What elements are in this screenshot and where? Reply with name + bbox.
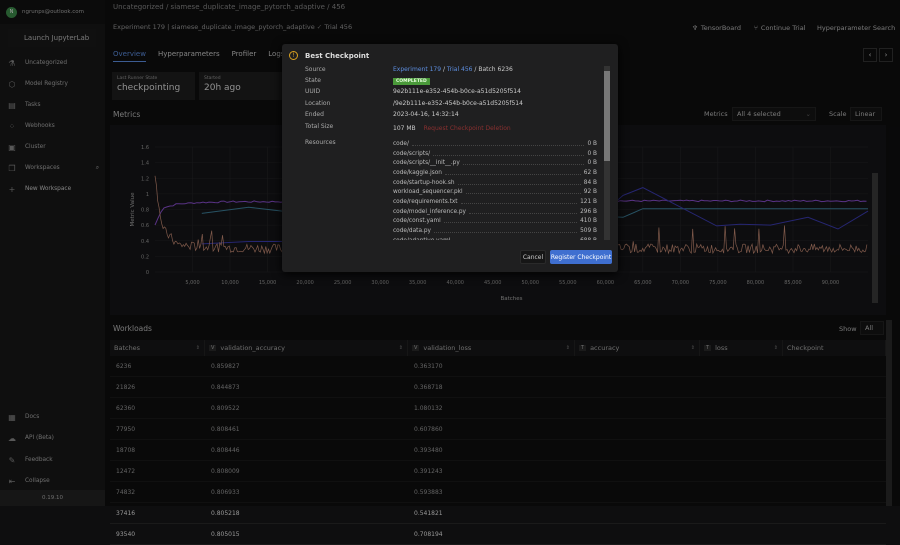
- table-cell: 93540: [116, 531, 136, 538]
- resource-item: code/scripts/__init__.py 0 B: [393, 158, 597, 168]
- resource-size: 62 B: [583, 169, 597, 176]
- table-cell: 37416: [116, 510, 136, 517]
- location-label: Location: [305, 100, 331, 107]
- resource-item: workload_sequencer.pkl 92 B: [393, 188, 597, 198]
- warning-icon: !: [289, 51, 298, 60]
- uuid-value: 9e2b111e-e352-454b-b0ce-a51d5205f514: [393, 88, 521, 95]
- resource-path: code/const.yaml: [393, 218, 441, 225]
- resource-size: 0 B: [587, 140, 597, 147]
- location-value: /9e2b111e-e352-454b-b0ce-a51d5205f514: [393, 100, 523, 107]
- state-badge: COMPLETED: [393, 78, 430, 85]
- resource-size: 92 B: [583, 189, 597, 196]
- resources-list: code/0 Bcode/scripts/0 Bcode/scripts/__i…: [282, 137, 618, 240]
- source-label: Source: [305, 66, 326, 73]
- leader-dots: [462, 161, 585, 166]
- resource-item: code/data.py 509 B: [393, 226, 597, 236]
- leader-dots: [465, 190, 581, 195]
- resource-path: code/requirements.txt: [393, 199, 458, 206]
- uuid-label: UUID: [305, 88, 321, 95]
- resource-path: code/adaptive.yaml: [393, 238, 450, 240]
- request-deletion-link[interactable]: Request Checkpoint Deletion: [424, 125, 511, 132]
- size-value: 107 MB: [393, 125, 416, 132]
- table-cell: 0.708194: [414, 531, 443, 538]
- leader-dots: [443, 219, 578, 224]
- leader-dots: [457, 181, 581, 185]
- resource-path: code/data.py: [393, 228, 431, 235]
- resource-size: 509 B: [580, 228, 597, 235]
- table-row[interactable]: 93540 0.805015 0.708194: [110, 524, 886, 545]
- batch: Batch 6236: [478, 66, 513, 73]
- state-label: State: [305, 77, 321, 84]
- resource-item: code/kaggle.json 62 B: [393, 168, 597, 178]
- resource-item: code/scripts/0 B: [393, 149, 597, 159]
- scrollbar-thumb[interactable]: [604, 71, 610, 161]
- resource-size: 688 B: [580, 238, 597, 240]
- resource-item: code/0 B: [393, 139, 597, 149]
- register-checkpoint-button[interactable]: Register Checkpoint: [550, 250, 612, 264]
- resource-item: code/requirements.txt 121 B: [393, 197, 597, 207]
- leader-dots: [453, 239, 577, 240]
- best-checkpoint-modal: ! Best Checkpoint Source Experiment 179 …: [282, 44, 618, 272]
- resource-size: 410 B: [580, 218, 597, 225]
- resource-size: 296 B: [580, 208, 597, 215]
- source-value: Experiment 179 / Trial 456 / Batch 6236: [393, 66, 513, 73]
- leader-dots: [460, 200, 578, 205]
- resource-item: code/adaptive.yaml 688 B: [393, 236, 597, 240]
- leader-dots: [433, 152, 585, 156]
- modal-title: Best Checkpoint: [305, 52, 370, 60]
- ended-label: Ended: [305, 111, 324, 118]
- resource-path: code/: [393, 140, 409, 147]
- resource-path: code/kaggle.json: [393, 169, 442, 176]
- resource-path: code/scripts/__init__.py: [393, 160, 460, 167]
- leader-dots: [411, 142, 585, 146]
- trial-link[interactable]: Trial 456: [447, 66, 473, 73]
- size-label: Total Size: [305, 123, 334, 130]
- experiment-link[interactable]: Experiment 179: [393, 66, 441, 73]
- cancel-button[interactable]: Cancel: [520, 250, 546, 264]
- resource-path: code/startup-hook.sh: [393, 179, 455, 186]
- leader-dots: [468, 210, 578, 214]
- table-cell: 0.805015: [211, 531, 240, 538]
- table-row[interactable]: 37416 0.805218 0.541821: [110, 503, 886, 524]
- resources-scrollbar[interactable]: [604, 66, 610, 240]
- leader-dots: [444, 171, 581, 175]
- resource-item: code/const.yaml 410 B: [393, 217, 597, 227]
- resource-size: 84 B: [583, 179, 597, 186]
- table-cell: 0.541821: [414, 510, 443, 517]
- resource-path: workload_sequencer.pkl: [393, 189, 463, 196]
- resource-size: 121 B: [580, 199, 597, 206]
- resource-item: code/model_inference.py 296 B: [393, 207, 597, 217]
- resource-item: code/startup-hook.sh 84 B: [393, 178, 597, 188]
- resource-size: 0 B: [587, 160, 597, 167]
- ended-value: 2023-04-16, 14:32:14: [393, 111, 459, 118]
- table-cell: 0.805218: [211, 510, 240, 517]
- leader-dots: [433, 229, 578, 234]
- resource-path: code/model_inference.py: [393, 208, 466, 215]
- resource-path: code/scripts/: [393, 150, 431, 157]
- resource-size: 0 B: [587, 150, 597, 157]
